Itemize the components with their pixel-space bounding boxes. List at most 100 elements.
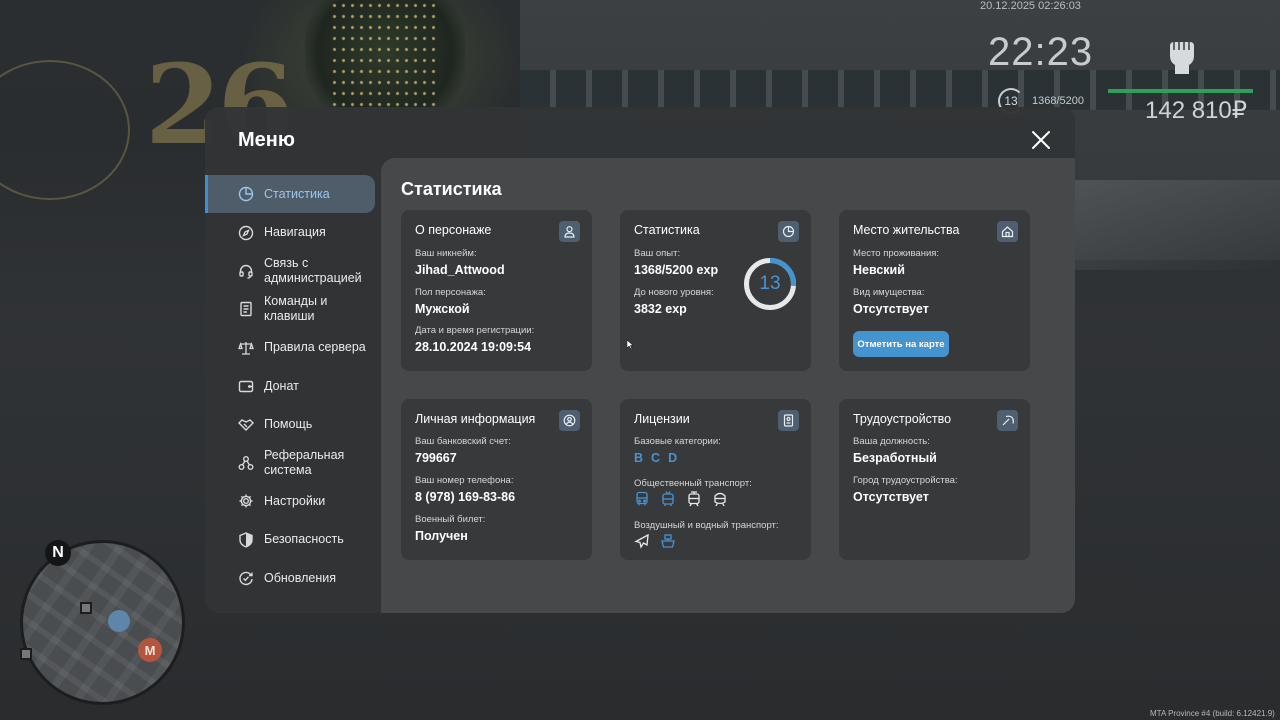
mouse-cursor-icon: [627, 340, 633, 349]
field-next-level: До нового уровня: 3832 exp: [634, 287, 714, 316]
field-value: 1368/5200 exp: [634, 263, 719, 277]
field-exp: Ваш опыт: 1368/5200 exp: [634, 248, 718, 277]
minimap-marker: [20, 648, 32, 660]
hud-exp: 1368/5200: [1032, 95, 1084, 107]
field-nickname: Ваш никнейм: Jihad_Attwood: [415, 248, 505, 277]
field-label: До нового уровня:: [634, 287, 714, 298]
gear-icon: [237, 492, 255, 510]
public-transport-icons: [634, 491, 728, 507]
card-licenses: Лицензии Базовые категории: B C D Общест…: [620, 399, 811, 560]
page-title: Статистика: [401, 179, 502, 199]
level-number: 13: [759, 273, 781, 294]
pie-chart-icon: [237, 185, 255, 203]
sidebar-item-label: Команды и клавиши: [264, 294, 328, 324]
field-gender: Пол персонажа: Мужской: [415, 287, 486, 316]
sidebar: Статистика Навигация Связь с администрац…: [205, 175, 381, 597]
sidebar-item-label: Донат: [264, 378, 299, 393]
field-value: Невский: [853, 263, 905, 277]
hud-health-bar: [1108, 89, 1253, 93]
field-label: Вид имущества:: [853, 287, 925, 298]
build-version: MTA Province #4 (build: 6.12421.9): [1150, 709, 1275, 718]
minimap-player-blip: [108, 610, 130, 632]
field-value: Отсутствует: [853, 302, 929, 316]
trolleybus-icon: [662, 491, 674, 506]
field-value: 3832 exp: [634, 302, 687, 316]
minimap-metro-icon: М: [138, 638, 162, 662]
menu-window: Меню Статистика Навигация Связь с админи…: [205, 107, 1075, 613]
field-place: Место проживания: Невский: [853, 248, 939, 277]
card-title: Личная информация: [415, 412, 536, 426]
field-value: Отсутствует: [853, 490, 929, 504]
hud-money: 142 810₽: [1145, 97, 1248, 124]
field-value: 799667: [415, 451, 457, 465]
scales-icon: [237, 339, 255, 357]
field-value: Безработный: [853, 451, 937, 465]
field-label: Дата и время регистрации:: [415, 325, 535, 336]
field-work-city: Город трудоустройства: Отсутствует: [853, 475, 958, 504]
menu-title: Меню: [238, 129, 295, 151]
background-light: [1075, 180, 1280, 270]
sidebar-item-label: Помощь: [264, 417, 313, 432]
sidebar-item-label: Навигация: [264, 225, 326, 240]
close-icon[interactable]: [1028, 127, 1054, 153]
sidebar-item-security[interactable]: Безопасность: [205, 521, 381, 559]
license-card-icon: [778, 410, 799, 431]
field-label: Город трудоустройства:: [853, 475, 958, 486]
sidebar-item-updates[interactable]: Обновления: [205, 559, 381, 597]
sidebar-item-statistics[interactable]: Статистика: [205, 175, 375, 214]
sidebar-item-commands[interactable]: Команды и клавиши: [205, 290, 381, 328]
card-title: Место жительства: [853, 223, 960, 237]
sidebar-item-help[interactable]: Помощь: [205, 405, 381, 443]
sidebar-item-label: Безопасность: [264, 532, 344, 547]
card-employment: Трудоустройство Ваша должность: Безработ…: [839, 399, 1030, 560]
field-label: Ваш банковский счет:: [415, 436, 511, 447]
headset-icon: [237, 262, 255, 280]
hud-level: 13: [1004, 94, 1018, 108]
minimap-north-icon: N: [45, 540, 71, 566]
sidebar-item-rules[interactable]: Правила сервера: [205, 329, 381, 367]
license-categories: B C D: [634, 451, 677, 465]
sidebar-item-settings[interactable]: Настройки: [205, 482, 381, 520]
plane-icon: [634, 533, 649, 549]
field-label: Пол персонажа:: [415, 287, 486, 298]
sidebar-item-referral[interactable]: Реферальная система: [205, 444, 381, 482]
document-icon: [237, 300, 255, 318]
field-label: Ваш никнейм:: [415, 248, 477, 259]
ship-icon: [661, 534, 675, 548]
field-registration: Дата и время регистрации: 28.10.2024 19:…: [415, 325, 534, 354]
sidebar-item-navigation[interactable]: Навигация: [205, 213, 381, 251]
wallet-icon: [237, 377, 255, 395]
card-title: Трудоустройство: [853, 412, 952, 426]
field-label: Базовые категории:: [634, 436, 721, 447]
sidebar-item-label: Статистика: [264, 186, 330, 201]
refresh-check-icon: [237, 569, 255, 587]
sidebar-item-donate[interactable]: Донат: [205, 367, 381, 405]
pickaxe-icon: [997, 410, 1018, 431]
mark-on-map-button[interactable]: Отметить на карте: [853, 331, 949, 357]
field-air-water-transport: Воздушный и водный транспорт:: [634, 520, 779, 531]
sidebar-item-label: Настройки: [264, 493, 326, 508]
network-icon: [237, 454, 255, 472]
user-icon: [559, 221, 580, 242]
field-public-transport: Общественный транспорт:: [634, 478, 752, 489]
shield-icon: [237, 531, 255, 549]
card-character: О персонаже Ваш никнейм: Jihad_Attwood П…: [401, 210, 592, 371]
card-title: О персонаже: [415, 223, 492, 237]
field-label: Ваш номер телефона:: [415, 475, 514, 486]
field-value: Получен: [415, 529, 468, 543]
compass-icon: [237, 224, 255, 242]
field-bank-account: Ваш банковский счет: 799667: [415, 436, 511, 465]
field-value: 28.10.2024 19:09:54: [415, 340, 532, 354]
field-military-id: Военный билет: Получен: [415, 514, 485, 543]
field-value: 8 (978) 169-83-86: [415, 490, 516, 504]
sidebar-item-label: Реферальная система: [264, 447, 345, 477]
content-panel: Статистика О персонаже Ваш никнейм: Jiha…: [381, 158, 1075, 613]
sidebar-item-label: Обновления: [264, 570, 336, 585]
metro-icon: [714, 492, 726, 507]
card-residence: Место жительства Место проживания: Невск…: [839, 210, 1030, 371]
pie-chart-icon: [778, 221, 799, 242]
air-water-transport-icons: [634, 533, 676, 549]
sidebar-item-contact-admin[interactable]: Связь с администрацией: [205, 252, 381, 290]
bus-icon: [636, 491, 648, 506]
field-position: Ваша должность: Безработный: [853, 436, 937, 465]
